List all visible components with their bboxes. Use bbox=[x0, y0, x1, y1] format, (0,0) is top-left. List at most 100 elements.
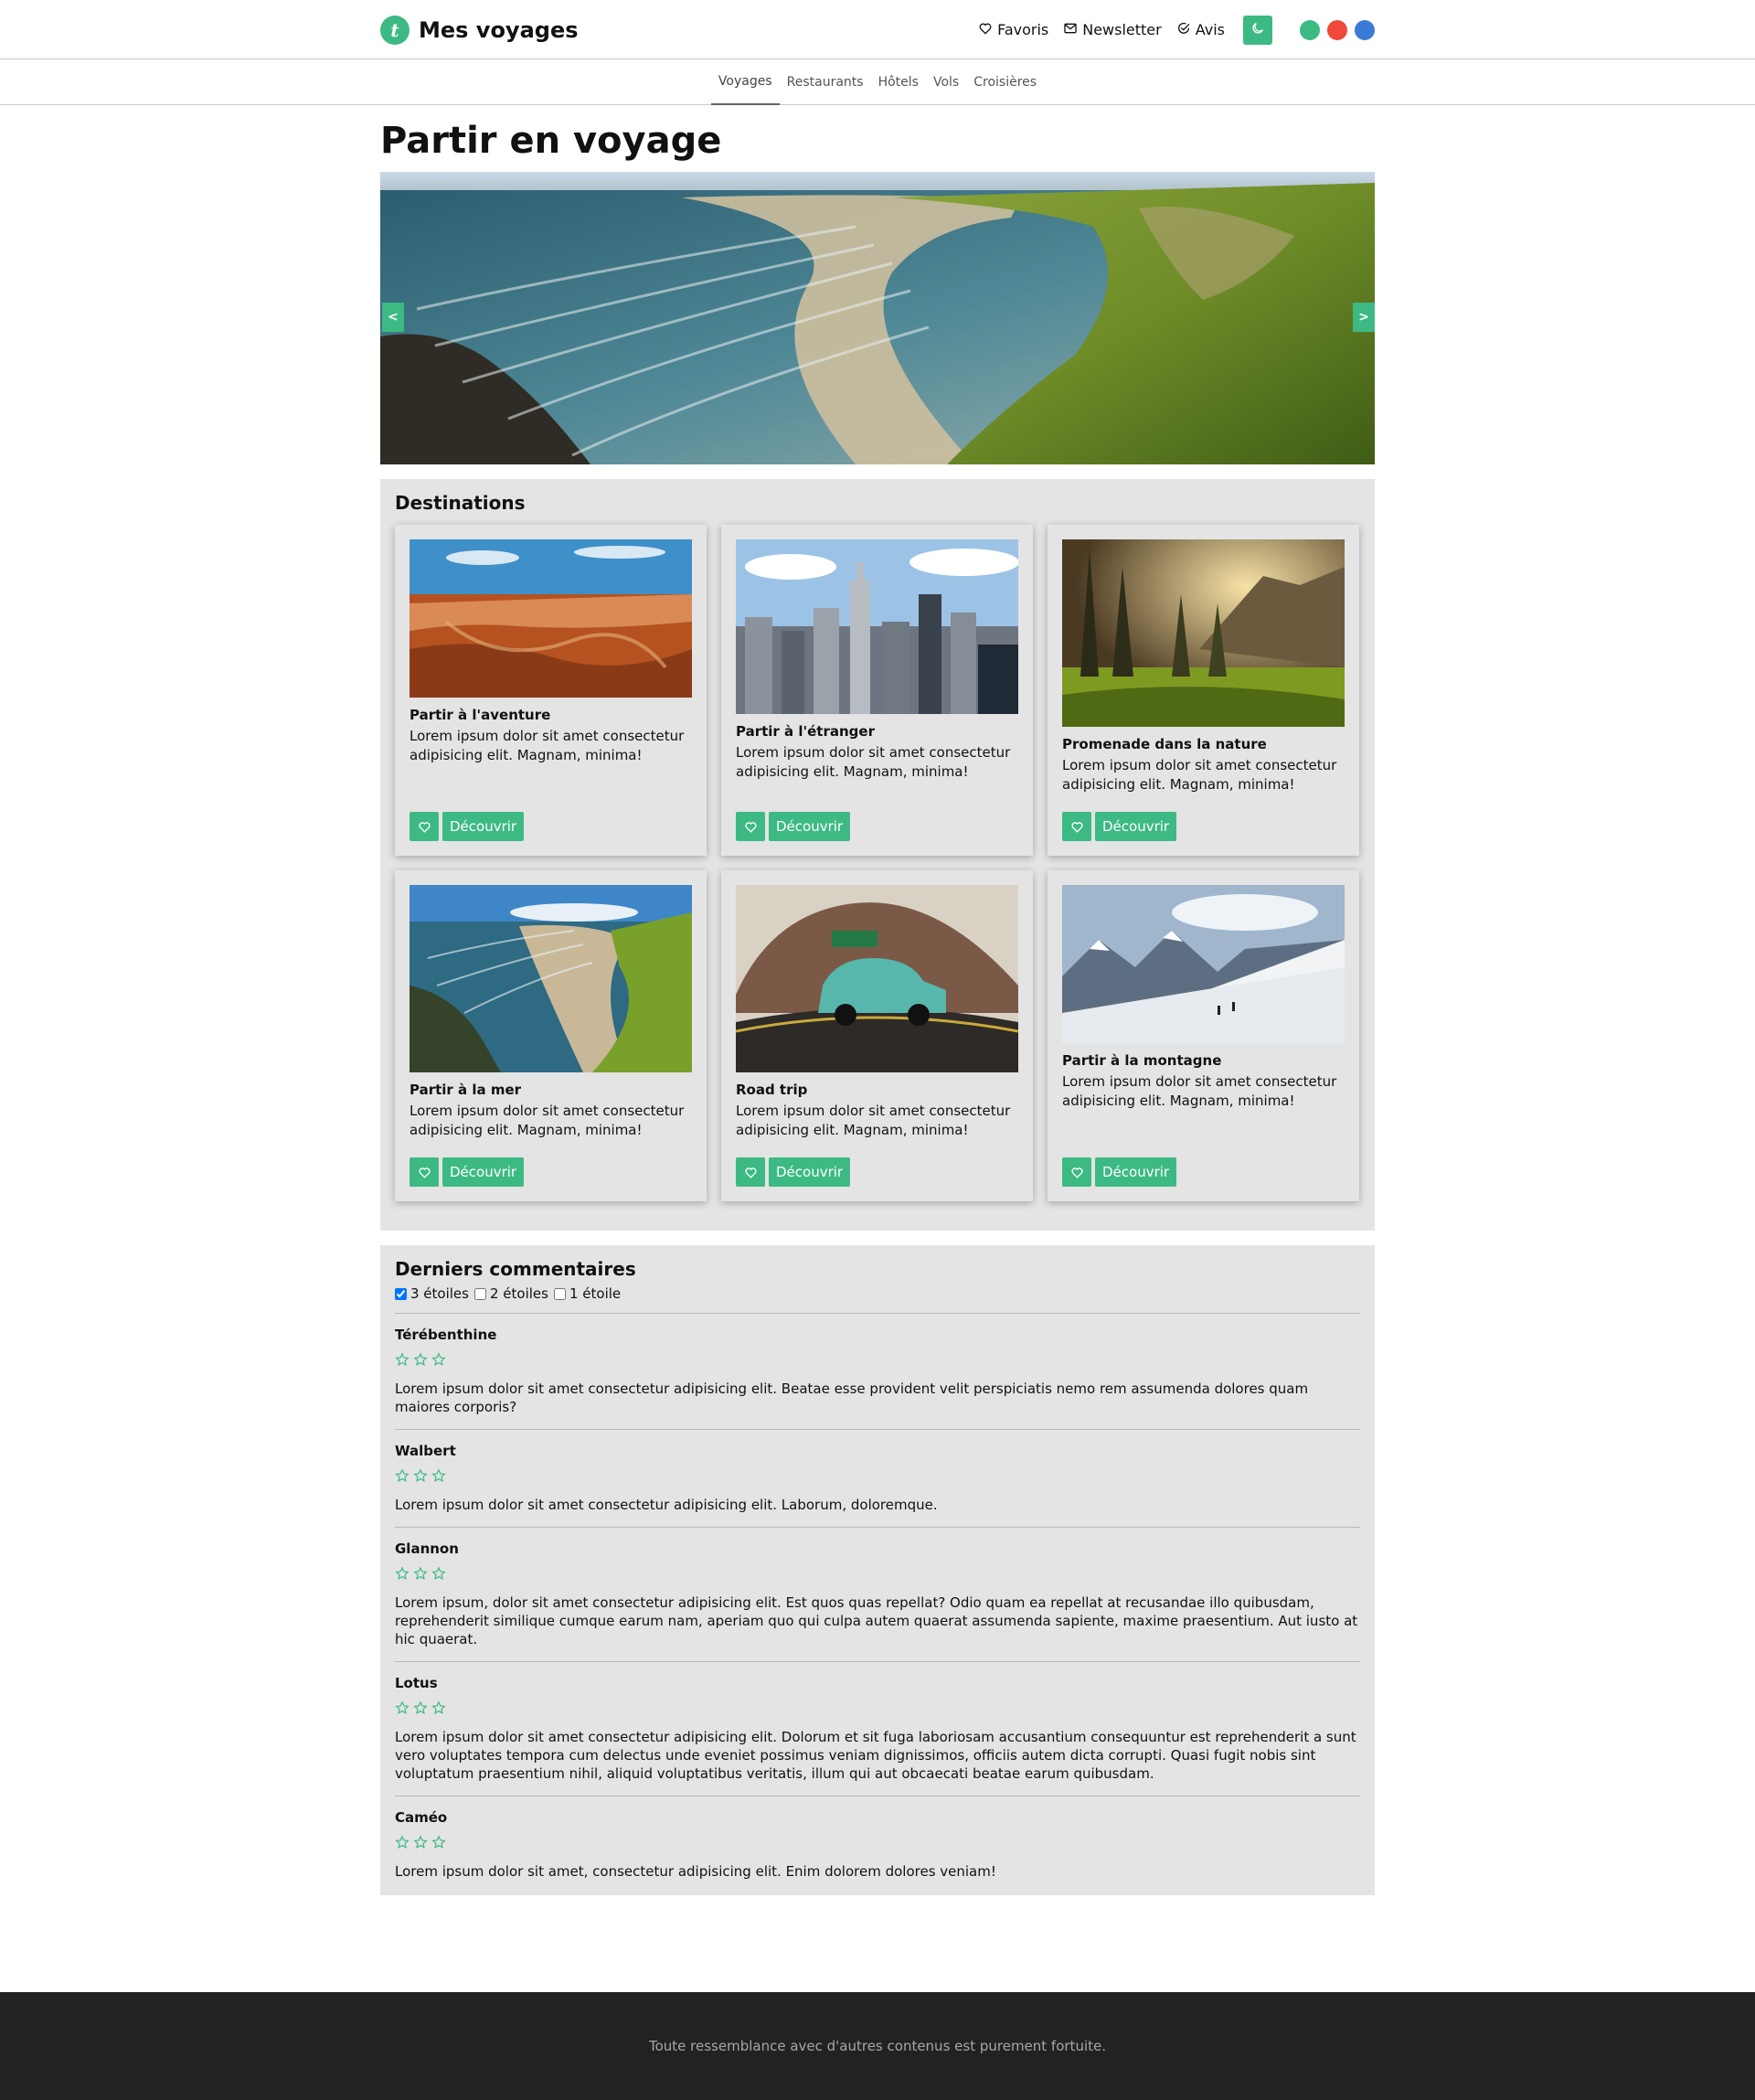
star-filters: 3 étoiles 2 étoiles 1 étoile bbox=[395, 1285, 1360, 1302]
star-icon bbox=[395, 1566, 410, 1580]
card-actions: Découvrir bbox=[410, 812, 525, 841]
discover-button[interactable]: Découvrir bbox=[769, 812, 851, 841]
star-rating bbox=[395, 1835, 1360, 1849]
comment-author: Lotus bbox=[395, 1675, 438, 1691]
card-text: Lorem ipsum dolor sit amet consectetur a… bbox=[1062, 757, 1337, 793]
favorite-button[interactable] bbox=[736, 1157, 765, 1187]
destination-card: Partir à l'aventure Lorem ipsum dolor si… bbox=[395, 525, 707, 856]
site-footer: Toute ressemblance avec d'autres contenu… bbox=[0, 1992, 1755, 2100]
page-title: Partir en voyage bbox=[380, 120, 722, 162]
carousel-prev-button[interactable]: < bbox=[382, 303, 404, 332]
filter-3-stars[interactable]: 3 étoiles bbox=[395, 1285, 469, 1302]
site-title[interactable]: Mes voyages bbox=[419, 17, 579, 43]
card-image-mountain bbox=[1062, 885, 1345, 1043]
comments-title: Derniers commentaires bbox=[395, 1258, 636, 1280]
destination-card: Partir à l'étranger Lorem ipsum dolor si… bbox=[721, 525, 1033, 856]
heart-icon bbox=[744, 1167, 757, 1178]
tab-restaurants[interactable]: Restaurants bbox=[780, 59, 871, 105]
color-blue-dot[interactable] bbox=[1355, 19, 1375, 40]
newsletter-link[interactable]: Newsletter bbox=[1063, 21, 1162, 39]
star-icon bbox=[431, 1566, 446, 1580]
logo-icon[interactable]: t bbox=[380, 15, 410, 45]
hero-carousel: < > bbox=[380, 172, 1375, 464]
comment-author: Térébenthine bbox=[395, 1327, 497, 1343]
heart-icon bbox=[1070, 1167, 1083, 1178]
color-green-dot[interactable] bbox=[1300, 19, 1320, 40]
comment-text: Lorem ipsum dolor sit amet, consectetur … bbox=[395, 1863, 996, 1880]
comments-section: Derniers commentaires 3 étoiles 2 étoile… bbox=[380, 1245, 1375, 1895]
star-icon bbox=[413, 1835, 428, 1849]
filter-label: 3 étoiles bbox=[410, 1285, 469, 1302]
brand[interactable]: t Mes voyages bbox=[380, 15, 579, 45]
discover-button[interactable]: Découvrir bbox=[442, 1157, 525, 1187]
comment-item: Walbert Lorem ipsum dolor sit amet conse… bbox=[395, 1429, 1360, 1527]
discover-button[interactable]: Découvrir bbox=[442, 812, 525, 841]
heart-icon bbox=[418, 821, 431, 833]
filter-label: 1 étoile bbox=[569, 1285, 622, 1302]
tab-croisieres[interactable]: Croisières bbox=[966, 59, 1044, 105]
color-red-dot[interactable] bbox=[1327, 19, 1347, 40]
category-nav: Voyages Restaurants Hôtels Vols Croisièr… bbox=[0, 59, 1755, 105]
star-icon bbox=[431, 1700, 446, 1714]
discover-button[interactable]: Découvrir bbox=[1095, 1157, 1177, 1187]
top-links: Favoris Newsletter Avis bbox=[978, 15, 1375, 45]
star-icon bbox=[431, 1835, 446, 1849]
filter-label: 2 étoiles bbox=[489, 1285, 548, 1302]
card-text: Lorem ipsum dolor sit amet consectetur a… bbox=[736, 744, 1011, 780]
card-title: Partir à la montagne bbox=[1062, 1052, 1222, 1069]
avis-label: Avis bbox=[1195, 21, 1225, 38]
envelope-icon bbox=[1063, 21, 1078, 39]
filter-1-star[interactable]: 1 étoile bbox=[553, 1285, 622, 1302]
favorite-button[interactable] bbox=[410, 1157, 439, 1187]
heart-icon bbox=[1070, 821, 1083, 833]
favorite-button[interactable] bbox=[410, 812, 439, 841]
avis-link[interactable]: Avis bbox=[1176, 21, 1225, 39]
card-title: Promenade dans la nature bbox=[1062, 736, 1267, 752]
tab-vols[interactable]: Vols bbox=[926, 59, 966, 105]
comment-text: Lorem ipsum dolor sit amet consectetur a… bbox=[395, 1497, 938, 1513]
check-circle-icon bbox=[1176, 21, 1191, 39]
heart-icon bbox=[744, 821, 757, 833]
destinations-section: Destinations Partir à l'aventure Lorem i… bbox=[380, 479, 1375, 1231]
site-header: t Mes voyages Favoris Newsletter Avis bbox=[0, 0, 1755, 59]
theme-toggle-button[interactable] bbox=[1243, 15, 1272, 45]
card-actions: Découvrir bbox=[410, 1157, 525, 1187]
discover-button[interactable]: Découvrir bbox=[1095, 812, 1177, 841]
star-icon bbox=[413, 1566, 428, 1580]
favorite-button[interactable] bbox=[736, 812, 765, 841]
star-icon bbox=[395, 1700, 410, 1714]
comment-item: Lotus Lorem ipsum dolor sit amet consect… bbox=[395, 1661, 1360, 1796]
favorite-button[interactable] bbox=[1062, 812, 1091, 841]
star-icon bbox=[431, 1468, 446, 1482]
star-icon bbox=[395, 1835, 410, 1849]
comment-item: Glannon Lorem ipsum, dolor sit amet cons… bbox=[395, 1527, 1360, 1661]
card-title: Road trip bbox=[736, 1082, 808, 1098]
tab-hotels[interactable]: Hôtels bbox=[871, 59, 926, 105]
favoris-link[interactable]: Favoris bbox=[978, 21, 1048, 39]
comment-text: Lorem ipsum dolor sit amet consectetur a… bbox=[395, 1380, 1309, 1415]
card-actions: Découvrir bbox=[736, 1157, 851, 1187]
carousel-next-button[interactable]: > bbox=[1353, 303, 1375, 332]
filter-1-star-checkbox[interactable] bbox=[553, 1287, 566, 1300]
color-theme-picker bbox=[1300, 19, 1375, 40]
filter-3-stars-checkbox[interactable] bbox=[395, 1287, 407, 1300]
star-icon bbox=[395, 1468, 410, 1482]
star-icon bbox=[413, 1700, 428, 1714]
card-title: Partir à l'aventure bbox=[410, 707, 551, 723]
discover-button[interactable]: Découvrir bbox=[769, 1157, 851, 1187]
card-image-forest bbox=[1062, 539, 1345, 727]
footer-text: Toute ressemblance avec d'autres contenu… bbox=[648, 2038, 1106, 2054]
card-image-city bbox=[736, 539, 1018, 714]
destination-card: Partir à la mer Lorem ipsum dolor sit am… bbox=[395, 870, 707, 1201]
card-text: Lorem ipsum dolor sit amet consectetur a… bbox=[736, 1103, 1011, 1138]
filter-2-stars-checkbox[interactable] bbox=[473, 1287, 486, 1300]
favorite-button[interactable] bbox=[1062, 1157, 1091, 1187]
card-actions: Découvrir bbox=[1062, 1157, 1177, 1187]
filter-2-stars[interactable]: 2 étoiles bbox=[473, 1285, 548, 1302]
tab-voyages[interactable]: Voyages bbox=[710, 59, 780, 105]
card-text: Lorem ipsum dolor sit amet consectetur a… bbox=[410, 728, 685, 763]
comment-author: Walbert bbox=[395, 1443, 456, 1459]
comment-author: Glannon bbox=[395, 1540, 459, 1557]
star-icon bbox=[431, 1352, 446, 1366]
heart-icon bbox=[978, 21, 993, 39]
